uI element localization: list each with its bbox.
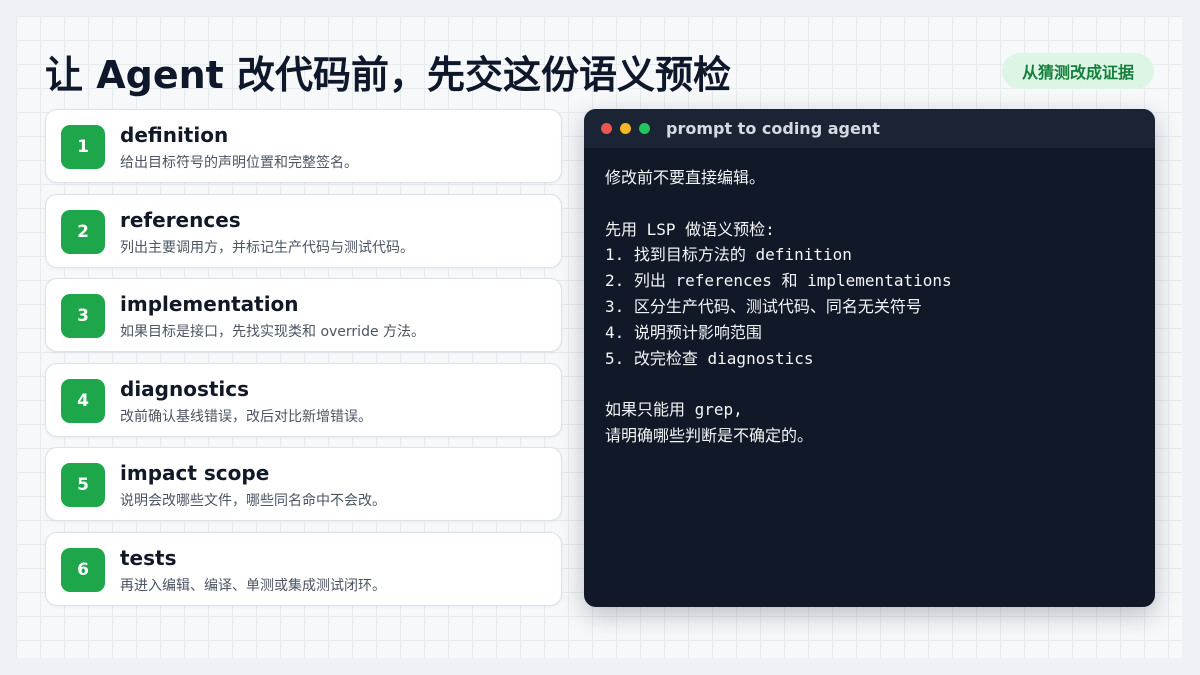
- close-dot-icon: [601, 123, 612, 134]
- terminal-line: 如果只能用 grep,: [605, 400, 743, 420]
- step-card-definition: 1 definition 给出目标符号的声明位置和完整签名。: [45, 109, 562, 183]
- step-number: 5: [61, 463, 105, 508]
- step-description: 再进入编辑、编译、单测或集成测试闭环。: [120, 578, 386, 594]
- terminal-line: 1. 找到目标方法的 definition: [605, 245, 852, 265]
- page-title: 让 Agent 改代码前，先交这份语义预检: [45, 53, 732, 97]
- step-number: 4: [61, 378, 105, 423]
- step-card-diagnostics: 4 diagnostics 改前确认基线错误，改后对比新增错误。: [45, 362, 562, 437]
- step-title: implementation: [120, 292, 299, 317]
- step-card-implementation: 3 implementation 如果目标是接口，先找实现类和 override…: [45, 278, 562, 353]
- minimize-dot-icon: [620, 123, 631, 134]
- step-description: 说明会改哪些文件，哪些同名命中不会改。: [120, 493, 386, 510]
- terminal-title: prompt to coding agent: [666, 119, 880, 138]
- step-number: 1: [61, 125, 105, 169]
- terminal-content: 修改前不要直接编辑。 先用 LSP 做语义预检: 1. 找到目标方法的 defi…: [605, 165, 1135, 449]
- status-badge: 从猜测改成证据: [1002, 53, 1154, 89]
- step-description: 如果目标是接口，先找实现类和 override 方法。: [120, 324, 426, 341]
- terminal-line: 3. 区分生产代码、测试代码、同名无关符号: [605, 296, 922, 316]
- step-title: diagnostics: [120, 376, 250, 401]
- step-number: 3: [61, 294, 105, 339]
- step-card-tests: 6 tests 再进入编辑、编译、单测或集成测试闭环。: [45, 532, 562, 606]
- step-number: 2: [61, 209, 105, 254]
- step-title: tests: [120, 546, 177, 570]
- terminal-line: 请明确哪些判断是不确定的。: [605, 425, 814, 445]
- step-card-references: 2 references 列出主要调用方，并标记生产代码与测试代码。: [45, 193, 562, 268]
- step-description: 改前确认基线错误，改后对比新增错误。: [120, 408, 372, 425]
- step-title: references: [120, 207, 241, 232]
- step-card-impact-scope: 5 impact scope 说明会改哪些文件，哪些同名命中不会改。: [45, 447, 562, 522]
- terminal-line: 2. 列出 references 和 implementations: [605, 271, 952, 291]
- terminal-line: 4. 说明预计影响范围: [605, 322, 762, 342]
- maximize-dot-icon: [639, 123, 650, 134]
- step-title: impact scope: [120, 461, 270, 486]
- step-description: 列出主要调用方，并标记生产代码与测试代码。: [120, 239, 414, 256]
- terminal-window: prompt to coding agent 修改前不要直接编辑。 先用 LSP…: [584, 109, 1155, 607]
- step-number: 6: [61, 548, 105, 592]
- step-title: definition: [120, 123, 229, 147]
- terminal-title-bar: prompt to coding agent: [584, 109, 1155, 148]
- step-description: 给出目标符号的声明位置和完整签名。: [120, 155, 358, 171]
- terminal-line: 修改前不要直接编辑。: [605, 168, 766, 187]
- terminal-line: 先用 LSP 做语义预检:: [605, 219, 775, 239]
- terminal-line: 5. 改完检查 diagnostics: [605, 348, 814, 368]
